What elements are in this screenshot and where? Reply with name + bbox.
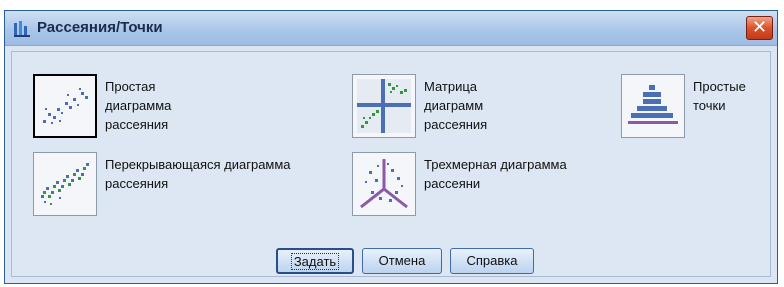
title-bar: Рассеяния/Точки ✕ <box>5 11 777 46</box>
close-button[interactable]: ✕ <box>746 16 773 40</box>
option-simple-scatter[interactable]: Простая диаграмма рассеяния <box>33 74 233 144</box>
option-label: Простая диаграмма рассеяния <box>105 79 172 132</box>
option-simple-dot[interactable]: Простые точки <box>621 74 769 144</box>
3d-scatter-icon <box>352 152 416 216</box>
option-3d-scatter[interactable]: Трехмерная диаграмма рассеяни <box>352 152 622 222</box>
help-button-label: Справка <box>466 253 518 268</box>
dialog-title: Рассеяния/Точки <box>37 19 163 36</box>
overlay-scatter-icon <box>33 152 97 216</box>
option-label: Перекрывающаяся диаграмма рассеяния <box>105 157 291 191</box>
scatter-dot-dialog: Рассеяния/Точки ✕ Простая диаграмма расс… <box>4 10 778 284</box>
cancel-button-label: Отмена <box>378 253 426 268</box>
option-label: Простые точки <box>693 79 746 113</box>
option-overlay-scatter[interactable]: Перекрывающаяся диаграмма рассеяния <box>33 152 343 222</box>
option-scatter-matrix[interactable]: Матрица диаграмм рассеяния <box>352 74 552 144</box>
simple-dot-icon <box>621 74 685 138</box>
define-button[interactable]: Задать <box>276 248 354 274</box>
define-button-label: Задать <box>290 253 340 270</box>
scatter-matrix-icon <box>352 74 416 138</box>
cancel-button[interactable]: Отмена <box>362 248 442 274</box>
close-icon: ✕ <box>751 17 768 38</box>
chart-type-gallery: Простая диаграмма рассеяния Матрица диаг… <box>11 51 771 277</box>
option-label: Трехмерная диаграмма рассеяни <box>424 157 567 191</box>
dialog-app-icon <box>14 21 30 37</box>
option-label: Матрица диаграмм рассеяния <box>424 79 488 132</box>
help-button[interactable]: Справка <box>450 248 534 274</box>
simple-scatter-icon <box>33 74 97 138</box>
